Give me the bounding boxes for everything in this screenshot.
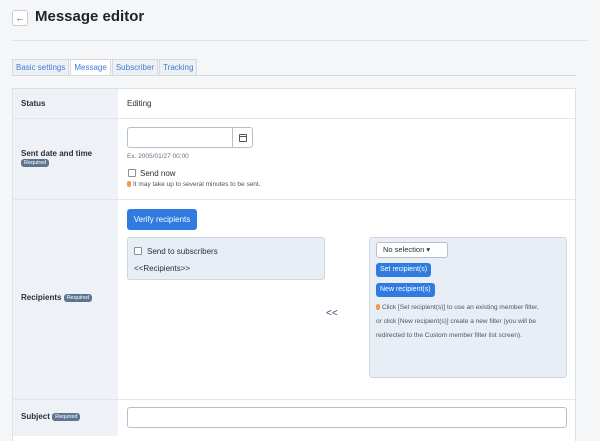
tabs-divider [12, 75, 576, 76]
send-now-checkbox[interactable] [128, 169, 136, 177]
lightbulb-icon [127, 181, 131, 187]
sent-date-label: Sent date and time Required [21, 149, 92, 167]
tab-subscriber[interactable]: Subscriber [111, 59, 159, 75]
tab-basic-settings[interactable]: Basic settings [12, 59, 70, 75]
recipients-label: Recipients Required [21, 293, 93, 302]
recipient-filter-box: No selection ▾ Set recipient(s) New reci… [369, 237, 567, 378]
header-divider [12, 40, 588, 41]
sent-date-input[interactable] [127, 127, 233, 148]
label-cell: Recipients Required [13, 200, 118, 399]
subject-input[interactable] [127, 407, 567, 428]
required-badge: Required [52, 412, 81, 421]
send-delay-note-text: It may take up to several minutes to be … [133, 181, 261, 188]
label-cell: Subject Required [13, 400, 118, 436]
label-cell: Sent date and time Required [13, 119, 118, 199]
lightbulb-icon [376, 304, 380, 310]
recipients-placeholder: <<Recipients>> [134, 264, 191, 273]
sent-date-row: Sent date and time Required Ex. 2005/01/… [13, 119, 575, 200]
send-now-label[interactable]: Send now [140, 169, 176, 178]
verify-recipients-button[interactable]: Verify recipients [127, 209, 197, 230]
filter-select[interactable]: No selection ▾ [376, 242, 448, 258]
calendar-button[interactable] [232, 127, 253, 148]
new-recipients-button[interactable]: New recipient(s) [376, 283, 435, 297]
filter-help-text: Click [Set recipient(s)] to use an exist… [376, 301, 566, 343]
subject-row: Subject Required [13, 400, 575, 436]
send-delay-note: It may take up to several minutes to be … [127, 181, 261, 188]
status-value: Editing [127, 99, 152, 108]
status-label: Status [21, 99, 46, 108]
tab-message[interactable]: Message [70, 59, 111, 75]
page-header: ← Message editor [0, 0, 600, 40]
message-form: Status Editing Sent date and time Requir… [12, 88, 576, 441]
tab-bar: Basic settings Message Subscriber Tracki… [12, 59, 198, 75]
label-cell: Status [13, 89, 118, 118]
date-example-hint: Ex. 2005/01/27 00:00 [127, 153, 189, 160]
filter-help-line-1: Click [Set recipient(s)] to use an exist… [382, 304, 539, 311]
subject-label: Subject Required [21, 412, 81, 421]
recipients-row: Recipients Required Verify recipients Se… [13, 200, 575, 400]
move-left-arrows[interactable]: << [326, 308, 338, 319]
status-row: Status Editing [13, 89, 575, 119]
back-button[interactable]: ← [12, 10, 28, 26]
recipients-source-box: Send to subscribers <<Recipients>> [127, 237, 325, 280]
send-to-subscribers-checkbox[interactable] [134, 247, 142, 255]
arrow-left-icon: ← [15, 13, 25, 23]
calendar-icon [239, 134, 247, 142]
required-badge: Required [21, 158, 50, 167]
filter-help-line-2: or click [New recipient(s)] create a new… [376, 318, 537, 325]
page-title: Message editor [35, 8, 145, 25]
tab-tracking[interactable]: Tracking [159, 59, 198, 75]
send-to-subscribers-label[interactable]: Send to subscribers [147, 247, 218, 256]
set-recipients-button[interactable]: Set recipient(s) [376, 263, 432, 277]
filter-help-line-3: redirected to the Custom member filter l… [376, 332, 522, 339]
recipients-label-text: Recipients [21, 293, 62, 302]
required-badge: Required [63, 293, 93, 302]
sent-date-label-text: Sent date and time [21, 149, 93, 158]
subject-label-text: Subject [21, 412, 50, 421]
